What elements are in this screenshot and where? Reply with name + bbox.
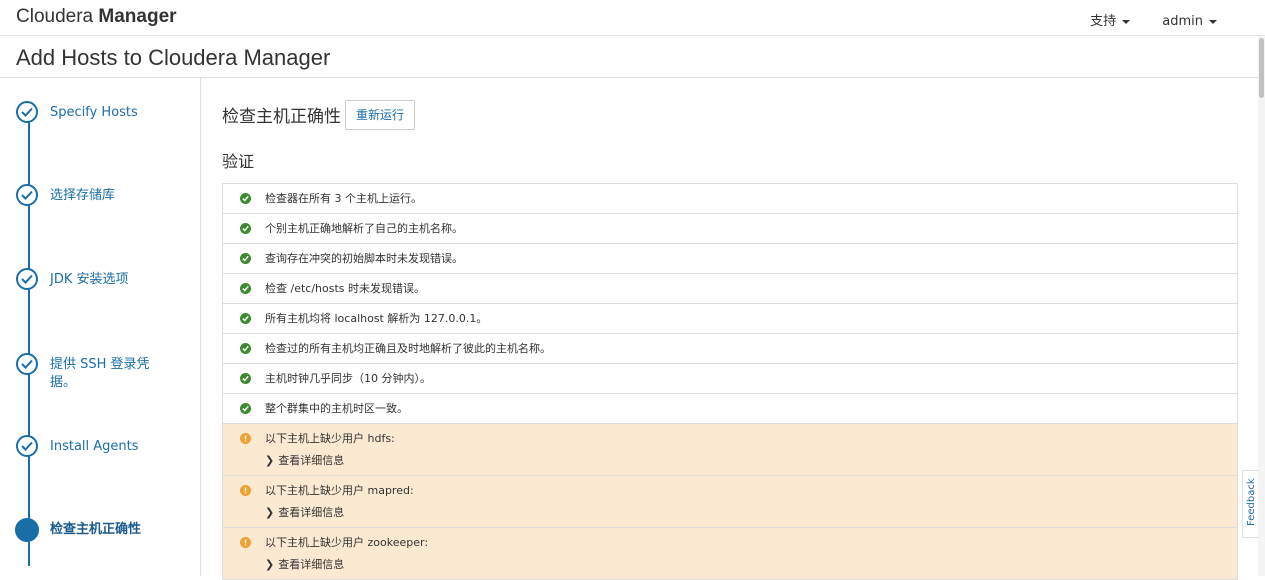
wizard-steps-sidebar: Specify Hosts 选择存储库 JDK 安装选项 提供 SSH 登录凭据… <box>0 78 201 576</box>
rerun-button[interactable]: 重新运行 <box>345 100 416 130</box>
result-row: 整个群集中的主机时区一致。 <box>223 394 1237 424</box>
view-details-link[interactable]: ❯ 查看详细信息 <box>265 454 344 468</box>
warning-row: 以下主机上缺少用户 zookeeper: ❯ 查看详细信息 <box>223 528 1237 580</box>
validation-results-list: 检查器在所有 3 个主机上运行。 个别主机正确地解析了自己的主机名称。 查询存在… <box>222 183 1238 580</box>
view-details-link[interactable]: ❯ 查看详细信息 <box>265 506 344 520</box>
result-row: 主机时钟几乎同步（10 分钟内）。 <box>223 364 1237 394</box>
step-label: JDK 安装选项 <box>50 272 129 287</box>
result-text: 个别主机正确地解析了自己的主机名称。 <box>265 222 463 235</box>
result-row: 检查器在所有 3 个主机上运行。 <box>223 184 1237 214</box>
ok-check-icon <box>240 343 251 354</box>
result-text: 查询存在冲突的初始脚本时未发现错误。 <box>265 252 463 265</box>
support-menu[interactable]: 支持 <box>1090 14 1131 29</box>
ok-check-icon <box>240 373 251 384</box>
top-navbar: Cloudera Manager 支持 admin <box>0 0 1265 36</box>
check-circle-icon <box>16 101 38 123</box>
warning-exclamation-icon <box>240 433 251 444</box>
step-label: Install Agents <box>50 439 139 454</box>
result-text: 整个群集中的主机时区一致。 <box>265 402 408 415</box>
caret-down-icon <box>1209 19 1217 24</box>
active-step-dot-icon <box>15 518 39 542</box>
ok-check-icon <box>240 403 251 414</box>
warning-exclamation-icon <box>240 485 251 496</box>
result-text: 检查 /etc/hosts 时未发现错误。 <box>265 282 426 295</box>
brand-name-light: Cloudera <box>16 6 94 27</box>
step-label: 选择存储库 <box>50 188 116 203</box>
warning-row: 以下主机上缺少用户 hdfs: ❯ 查看详细信息 <box>223 424 1237 476</box>
view-details-label: 查看详细信息 <box>278 454 345 467</box>
step-label: 检查主机正确性 <box>50 522 142 537</box>
user-menu-label: admin <box>1162 14 1203 29</box>
page-title: Add Hosts to Cloudera Manager <box>16 45 331 70</box>
result-text: 检查器在所有 3 个主机上运行。 <box>265 192 422 205</box>
ok-check-icon <box>240 253 251 264</box>
caret-down-icon <box>1122 19 1131 24</box>
view-details-label: 查看详细信息 <box>278 506 345 519</box>
ok-check-icon <box>240 223 251 234</box>
view-details-label: 查看详细信息 <box>278 558 345 571</box>
result-row: 检查 /etc/hosts 时未发现错误。 <box>223 274 1237 304</box>
warning-text: 以下主机上缺少用户 zookeeper: <box>265 536 429 549</box>
check-circle-icon <box>16 184 38 206</box>
result-text: 所有主机均将 localhost 解析为 127.0.0.1。 <box>265 312 488 325</box>
ok-check-icon <box>240 283 251 294</box>
step-label: Specify Hosts <box>50 105 138 120</box>
user-menu[interactable]: admin <box>1162 14 1217 29</box>
warning-text: 以下主机上缺少用户 mapred: <box>265 484 414 497</box>
result-text: 主机时钟几乎同步（10 分钟内）。 <box>265 372 431 385</box>
feedback-label: Feedback <box>1246 478 1257 526</box>
support-menu-label: 支持 <box>1090 14 1117 29</box>
check-circle-icon <box>16 353 38 375</box>
scrollbar-thumb[interactable] <box>1259 38 1264 98</box>
page-scrollbar[interactable] <box>1258 36 1265 576</box>
warning-row: 以下主机上缺少用户 mapred: ❯ 查看详细信息 <box>223 476 1237 528</box>
result-row: 查询存在冲突的初始脚本时未发现错误。 <box>223 244 1237 274</box>
view-details-link[interactable]: ❯ 查看详细信息 <box>265 558 344 572</box>
chevron-right-icon: ❯ <box>265 506 275 519</box>
brand-logo[interactable]: Cloudera Manager <box>16 6 177 28</box>
chevron-right-icon: ❯ <box>265 454 275 467</box>
ok-check-icon <box>240 193 251 204</box>
warning-exclamation-icon <box>240 537 251 548</box>
check-circle-icon <box>16 268 38 290</box>
validation-title: 验证 <box>222 152 255 171</box>
check-circle-icon <box>16 435 38 457</box>
section-heading: 检查主机正确性 <box>222 107 341 127</box>
result-row: 检查过的所有主机均正确且及时地解析了彼此的主机名称。 <box>223 334 1237 364</box>
result-text: 检查过的所有主机均正确且及时地解析了彼此的主机名称。 <box>265 342 551 355</box>
top-nav-menu: 支持 admin <box>1062 10 1217 29</box>
result-row: 个别主机正确地解析了自己的主机名称。 <box>223 214 1237 244</box>
result-row: 所有主机均将 localhost 解析为 127.0.0.1。 <box>223 304 1237 334</box>
ok-check-icon <box>240 313 251 324</box>
chevron-right-icon: ❯ <box>265 558 275 571</box>
step-label: 提供 SSH 登录凭据。 <box>50 357 150 390</box>
page-header: Add Hosts to Cloudera Manager <box>0 36 1265 78</box>
brand-name-bold: Manager <box>98 6 177 27</box>
warning-text: 以下主机上缺少用户 hdfs: <box>265 432 395 445</box>
